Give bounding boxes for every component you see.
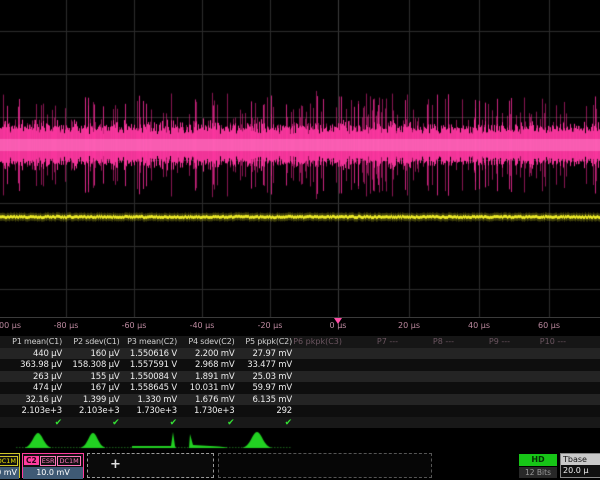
measure-value: 2.200 mV: [177, 349, 235, 359]
measure-value: 167 µV: [62, 383, 120, 393]
table-row: 263 µV155 µV1.550084 V1.891 mV25.03 mV: [0, 371, 600, 383]
time-tick-label: 40 µs: [468, 321, 490, 330]
table-row: 440 µV160 µV1.550616 V2.200 mV27.97 mV: [0, 348, 600, 360]
measure-value: 1.557591 V: [119, 360, 177, 370]
param-header-inactive[interactable]: P11: [570, 337, 600, 346]
param-header[interactable]: P4 sdev(C2): [177, 337, 235, 346]
empty-trace-slot[interactable]: [218, 453, 432, 478]
time-tick-label: 00 µs: [0, 321, 21, 330]
measure-value: 6.135 mV: [234, 395, 292, 405]
param-header-inactive[interactable]: P6 pkpk(C3): [290, 337, 342, 346]
time-tick-label: -60 µs: [122, 321, 147, 330]
measure-value: 1.558645 V: [119, 383, 177, 393]
measure-value: 160 µV: [62, 349, 120, 359]
bit-depth-label: 12 Bits: [519, 467, 557, 478]
status-check-icon: ✔: [62, 418, 120, 428]
measure-value: 33.477 mV: [234, 360, 292, 370]
table-row: 32.16 µV1.399 µV1.330 mV1.676 mV6.135 mV: [0, 394, 600, 406]
measure-value: 155 µV: [62, 372, 120, 382]
c1-scale-value: 10.0 mV: [0, 467, 19, 479]
table-row: ✔✔✔✔✔: [0, 417, 600, 429]
c2-coupling-badge: DC1M: [57, 456, 80, 466]
measure-value: 2.968 mV: [177, 360, 235, 370]
measure-table[interactable]: P1 mean(C1)P2 sdev(C1)P3 mean(C2)P4 sdev…: [0, 336, 600, 428]
measure-value: 1.730e+3: [119, 406, 177, 416]
measure-value: 1.891 mV: [177, 372, 235, 382]
time-tick-label: -40 µs: [190, 321, 215, 330]
measure-value: 2.103e+3: [4, 406, 62, 416]
measurement-histicons: [0, 428, 600, 452]
measure-value: 1.550084 V: [119, 372, 177, 382]
table-row: P1 mean(C1)P2 sdev(C1)P3 mean(C2)P4 sdev…: [0, 336, 600, 348]
time-tick-label: 20 µs: [398, 321, 420, 330]
status-check-icon: ✔: [234, 418, 292, 428]
oscilloscope-screen: 00 µs -80 µs -60 µs -40 µs -20 µs 0 µs 20 µs 40…: [0, 0, 600, 480]
table-row: 363.98 µV158.308 µV1.557591 V2.968 mV33.…: [0, 359, 600, 371]
measure-value: 25.03 mV: [234, 372, 292, 382]
measure-value: 1.550616 V: [119, 349, 177, 359]
param-header-inactive[interactable]: P8 ---: [402, 337, 454, 346]
measure-value: 1.399 µV: [62, 395, 120, 405]
param-header[interactable]: P3 mean(C2): [119, 337, 177, 346]
add-channel-button[interactable]: +: [87, 453, 214, 478]
hd-mode-badge[interactable]: HD: [519, 454, 557, 466]
measure-value: 1.730e+3: [177, 406, 235, 416]
time-tick-label: -80 µs: [54, 321, 79, 330]
measure-value: 59.97 mV: [234, 383, 292, 393]
status-check-icon: ✔: [119, 418, 177, 428]
measure-value: 474 µV: [4, 383, 62, 393]
measure-value: 363.98 µV: [4, 360, 62, 370]
time-tick-label: 0 µs: [330, 321, 347, 330]
timebase-descriptor[interactable]: Tbase 20.0 µ: [560, 453, 600, 478]
measure-value: 292: [234, 406, 292, 416]
c2-esr-badge: ESR: [40, 456, 57, 466]
status-check-icon: ✔: [4, 418, 62, 428]
measure-value: 158.308 µV: [62, 360, 120, 370]
measure-value: 27.97 mV: [234, 349, 292, 359]
time-tick-label: -20 µs: [258, 321, 283, 330]
param-header-inactive[interactable]: P10 ---: [514, 337, 566, 346]
c2-scale-value: 10.0 mV: [23, 467, 83, 479]
table-row: 2.103e+32.103e+31.730e+31.730e+3292: [0, 405, 600, 417]
timebase-title: Tbase: [561, 454, 600, 465]
measure-value: 263 µV: [4, 372, 62, 382]
table-row: 474 µV167 µV1.558645 V10.031 mV59.97 mV: [0, 382, 600, 394]
channel-c1-descriptor[interactable]: DC1M 10.0 mV: [0, 453, 20, 478]
measure-value: 10.031 mV: [177, 383, 235, 393]
param-header-inactive[interactable]: P9 ---: [458, 337, 510, 346]
measure-value: 32.16 µV: [4, 395, 62, 405]
measure-value: 1.330 mV: [119, 395, 177, 405]
measure-value: 2.103e+3: [62, 406, 120, 416]
c1-coupling-badge: DC1M: [0, 456, 18, 466]
status-check-icon: ✔: [177, 418, 235, 428]
plus-icon: +: [110, 457, 121, 472]
param-header[interactable]: P1 mean(C1): [4, 337, 62, 346]
measure-value: 1.676 mV: [177, 395, 235, 405]
measure-value: 440 µV: [4, 349, 62, 359]
time-axis: 00 µs -80 µs -60 µs -40 µs -20 µs 0 µs 20 µs 40…: [0, 317, 600, 335]
param-header[interactable]: P2 sdev(C1): [62, 337, 120, 346]
c2-label: C2: [24, 456, 39, 465]
waveform-display[interactable]: [0, 0, 600, 318]
param-header-inactive[interactable]: P7 ---: [346, 337, 398, 346]
timebase-value: 20.0 µ: [561, 465, 600, 477]
channel-c2-descriptor[interactable]: C2 ESR DC1M 10.0 mV: [22, 453, 84, 478]
param-header[interactable]: P5 pkpk(C2): [234, 337, 292, 346]
time-tick-label: 60 µs: [538, 321, 560, 330]
